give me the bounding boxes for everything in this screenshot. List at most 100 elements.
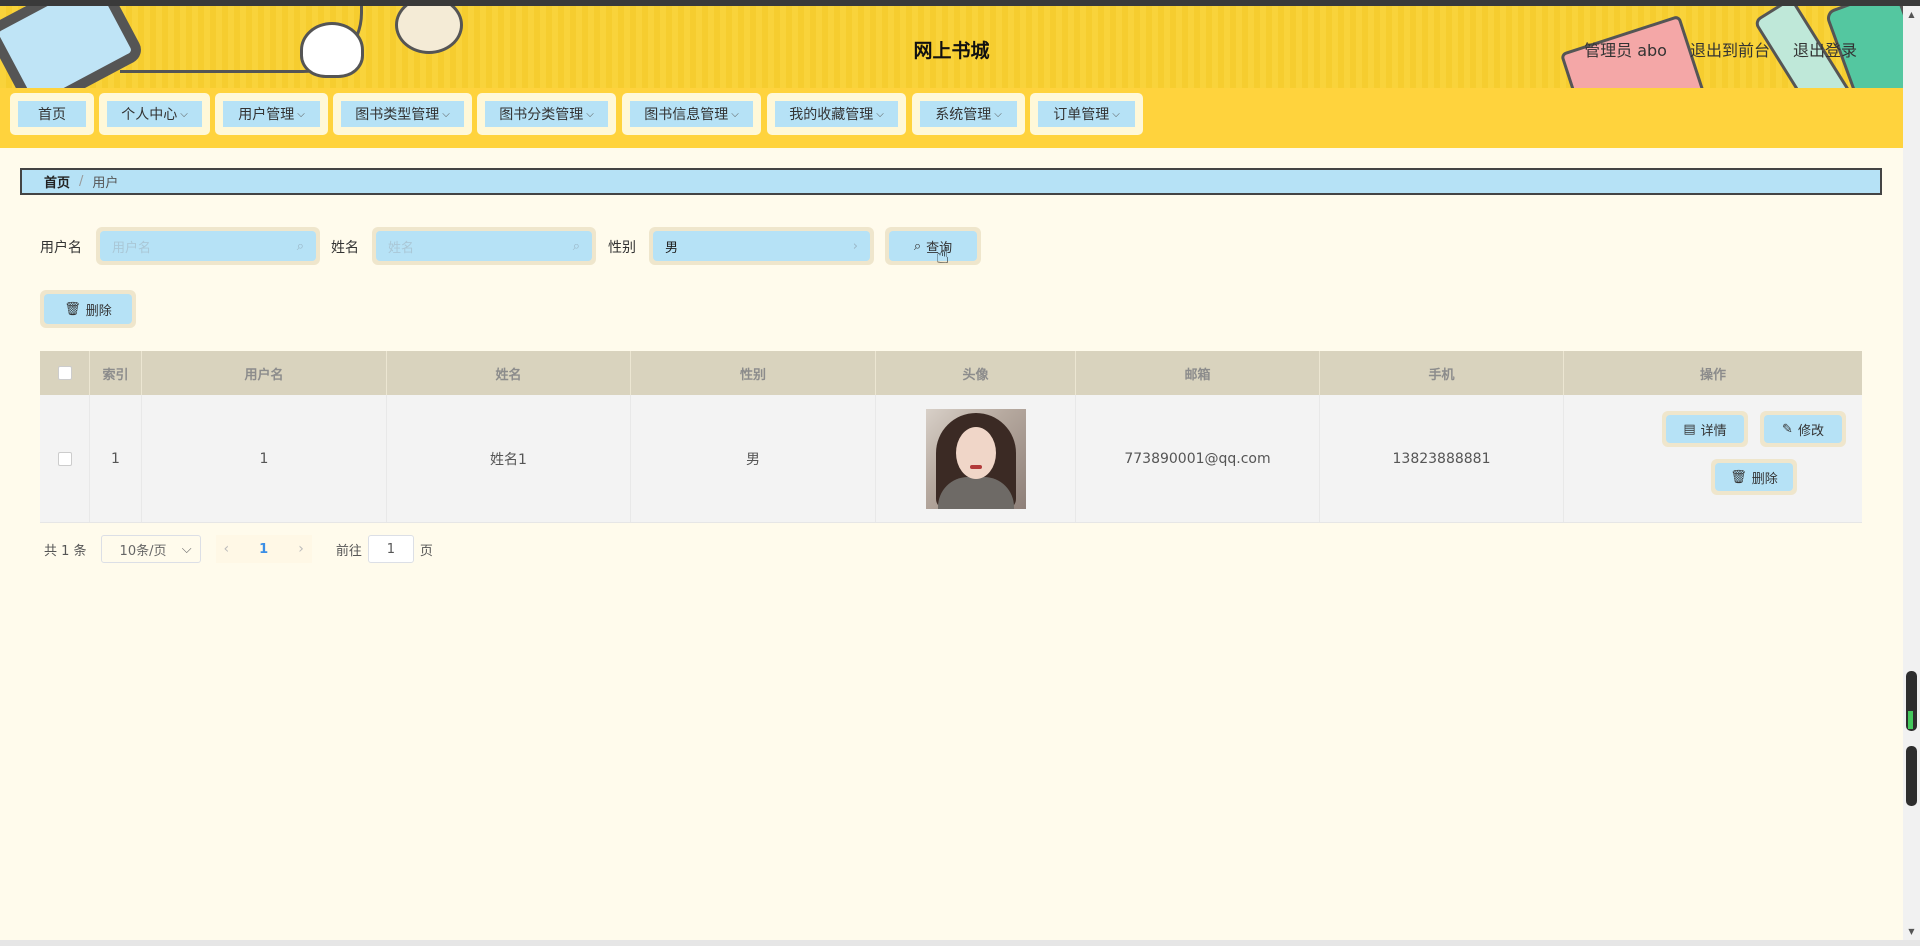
edit-button[interactable]: ✎ 修改 xyxy=(1760,411,1846,447)
breadcrumb-home[interactable]: 首页 xyxy=(44,172,70,191)
chevron-down-icon: ⌵ xyxy=(180,108,188,120)
chevron-down-icon: ⌵ xyxy=(876,108,884,120)
chevron-down-icon: ⌵ xyxy=(731,108,739,120)
trash-icon: 🗑 xyxy=(1730,469,1747,485)
gender-label: 性别 xyxy=(608,240,636,256)
trash-icon: 🗑 xyxy=(64,301,81,317)
page-size-value: 10条/页 xyxy=(119,543,167,559)
bulk-delete-label: 删除 xyxy=(85,303,112,319)
search-icon: ⌕ xyxy=(913,238,922,254)
window-bottom-strip xyxy=(0,940,1920,946)
page-size-select[interactable]: 10条/页 ⌵ xyxy=(100,535,201,563)
nav-item-system-management[interactable]: 系统管理 ⌵ xyxy=(912,93,1025,135)
name-search-field[interactable]: 姓名 ⌕ xyxy=(372,227,596,265)
nav-item-order-management[interactable]: 订单管理 ⌵ xyxy=(1030,93,1143,135)
admin-user-label: 管理员 abo xyxy=(1584,41,1667,60)
edit-button-label: 修改 xyxy=(1797,423,1824,439)
cell-avatar xyxy=(876,395,1076,522)
vertical-scrollbar[interactable]: ▲ ▼ xyxy=(1903,6,1920,940)
cell-name: 姓名1 xyxy=(387,395,631,522)
column-header-avatar: 头像 xyxy=(876,351,1076,395)
cell-username: 1 xyxy=(142,395,387,522)
nav-item-book-info-management[interactable]: 图书信息管理 ⌵ xyxy=(622,93,761,135)
username-input[interactable]: 用户名 xyxy=(112,237,297,256)
name-label: 姓名 xyxy=(331,240,359,256)
nav-item-label: 图书类型管理 xyxy=(355,107,440,123)
document-icon: ▤ xyxy=(1683,421,1696,437)
column-header-name: 姓名 xyxy=(387,351,631,395)
site-header: 网上书城 管理员 abo 退出到前台 退出登录 xyxy=(0,6,1903,88)
user-links: 管理员 abo 退出到前台 退出登录 xyxy=(1584,37,1857,61)
avatar xyxy=(925,408,1026,509)
nav-item-personal-center[interactable]: 个人中心 ⌵ xyxy=(99,93,210,135)
table-header: 索引 用户名 姓名 性别 头像 邮箱 手机 操作 xyxy=(40,351,1862,395)
column-header-gender: 性别 xyxy=(631,351,876,395)
cell-index: 1 xyxy=(90,395,142,522)
breadcrumb-separator: / xyxy=(79,174,84,189)
row-select-cell xyxy=(40,395,90,522)
search-icon: ⌕ xyxy=(572,238,580,254)
chevron-down-icon: ⌵ xyxy=(442,108,450,120)
cell-phone: 13823888881 xyxy=(1320,395,1564,522)
cell-actions: ▤ 详情 ✎ 修改 🗑 删除 xyxy=(1564,395,1862,522)
page-suffix: 页 xyxy=(419,543,433,559)
next-page-icon[interactable]: › xyxy=(298,541,304,557)
chevron-down-icon: ⌵ xyxy=(1112,108,1120,120)
column-header-actions: 操作 xyxy=(1699,367,1726,383)
chevron-down-icon: ⌵ xyxy=(586,108,594,120)
nav-item-label: 用户管理 xyxy=(238,107,295,123)
nav-item-label: 我的收藏管理 xyxy=(789,107,874,123)
main-nav: 首页 个人中心 ⌵ 用户管理 ⌵ 图书类型管理 ⌵ 图书分类管理 ⌵ 图书信息管理 ⌵ 我… xyxy=(0,88,1903,148)
nav-item-label: 图书分类管理 xyxy=(499,107,584,123)
breadcrumb-current: 用户 xyxy=(92,176,119,191)
row-delete-button[interactable]: 🗑 删除 xyxy=(1711,459,1797,495)
logout-link[interactable]: 退出登录 xyxy=(1793,37,1857,61)
nav-item-label: 图书信息管理 xyxy=(644,107,729,123)
nav-item-book-category-management[interactable]: 图书分类管理 ⌵ xyxy=(477,93,616,135)
nav-item-user-management[interactable]: 用户管理 ⌵ xyxy=(215,93,328,135)
gender-select-value: 男 xyxy=(665,240,679,256)
column-header-phone: 手机 xyxy=(1320,351,1564,395)
username-search-field[interactable]: 用户名 ⌕ xyxy=(96,227,320,265)
scrollbar-thumb[interactable] xyxy=(1906,746,1917,806)
gender-select[interactable]: 男 › xyxy=(649,227,874,265)
goto-page: 前往 1 页 xyxy=(336,535,433,563)
detail-button[interactable]: ▤ 详情 xyxy=(1662,411,1748,447)
scroll-down-icon[interactable]: ▼ xyxy=(1903,927,1920,936)
row-checkbox[interactable] xyxy=(57,451,72,466)
goto-label: 前往 xyxy=(335,543,362,559)
column-header-index: 索引 xyxy=(90,351,142,395)
chevron-down-icon: ⌵ xyxy=(994,108,1002,120)
current-page-number[interactable]: 1 xyxy=(259,542,268,557)
page-navigator: ‹ 1 › xyxy=(215,535,312,563)
username-label: 用户名 xyxy=(40,240,82,256)
mouse-pointer-icon: ☝ xyxy=(936,244,950,269)
goto-page-input[interactable]: 1 xyxy=(367,535,414,563)
search-icon: ⌕ xyxy=(296,238,304,254)
pagination: 共 1 条 10条/页 ⌵ ‹ 1 › 前往 1 页 xyxy=(44,535,433,563)
chevron-down-icon: ⌵ xyxy=(297,108,305,120)
prev-page-icon[interactable]: ‹ xyxy=(224,541,230,557)
chevron-right-icon: › xyxy=(852,238,858,254)
nav-item-label: 订单管理 xyxy=(1053,107,1110,123)
cell-gender: 男 xyxy=(631,395,876,522)
pencil-icon: ✎ xyxy=(1782,421,1793,437)
select-all-checkbox[interactable] xyxy=(57,366,72,380)
nav-item-book-type-management[interactable]: 图书类型管理 ⌵ xyxy=(333,93,472,135)
query-button[interactable]: ⌕ 查询 xyxy=(885,227,981,265)
nav-item-home[interactable]: 首页 xyxy=(10,93,94,135)
scroll-up-icon[interactable]: ▲ xyxy=(1903,10,1920,19)
name-input[interactable]: 姓名 xyxy=(388,237,573,256)
detail-button-label: 详情 xyxy=(1700,423,1727,439)
breadcrumb: 首页 / 用户 xyxy=(20,168,1882,195)
chevron-down-icon: ⌵ xyxy=(181,541,192,557)
back-to-front-link[interactable]: 退出到前台 xyxy=(1690,37,1770,61)
nav-item-favorites-management[interactable]: 我的收藏管理 ⌵ xyxy=(767,93,906,135)
nav-item-label: 首页 xyxy=(38,107,66,123)
total-count: 共 1 条 xyxy=(44,543,87,559)
table-row: 1 1 姓名1 男 773890001@qq.com 13823888881 ▤… xyxy=(40,395,1862,523)
column-header-email: 邮箱 xyxy=(1076,351,1320,395)
bulk-delete-button[interactable]: 🗑 删除 xyxy=(40,290,136,328)
select-all-cell xyxy=(40,351,90,395)
scrollbar-indicator xyxy=(1908,711,1913,729)
